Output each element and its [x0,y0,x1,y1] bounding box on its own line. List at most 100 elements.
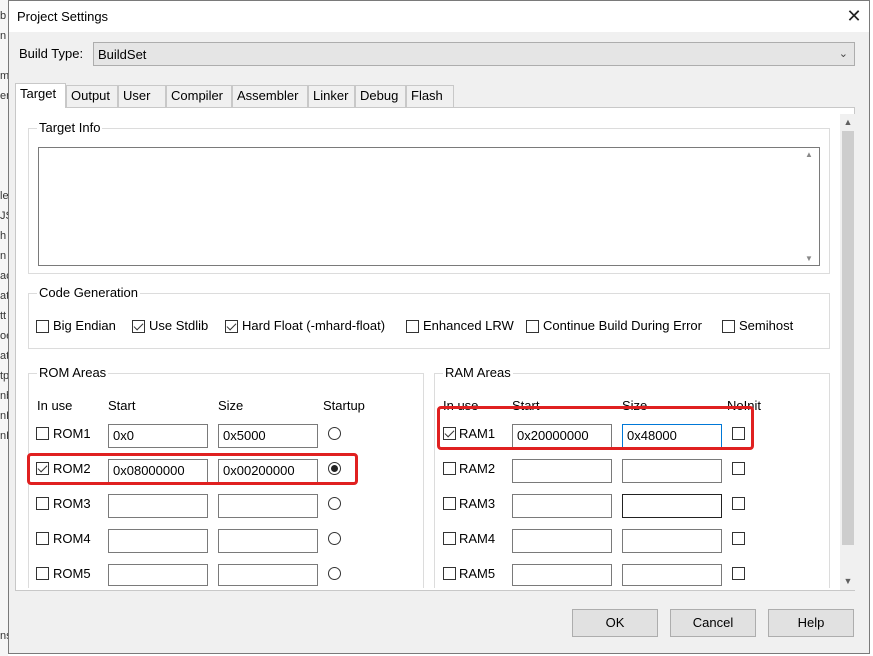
target-info-group: Target Info ▲ ▼ [28,120,830,274]
ram2-size-input[interactable] [622,459,722,483]
target-info-textarea[interactable]: ▲ ▼ [38,147,820,266]
build-type-label: Build Type: [19,46,84,61]
bg-text: h [0,230,7,242]
tab-compiler[interactable]: Compiler [166,85,232,107]
rom5-startup-radio[interactable] [328,567,341,580]
rom1-checkbox[interactable] [36,427,49,440]
tab-target[interactable]: Target [15,83,66,108]
chevron-down-icon: ⌄ [838,48,848,60]
rom3-size-input[interactable] [218,494,318,518]
code-generation-title: Code Generation [37,285,141,300]
ram4-size-input[interactable] [622,529,722,553]
bg-text: nE [0,430,8,442]
ok-button[interactable]: OK [572,609,658,637]
bg-text: le [0,190,8,202]
bg-text: tt [0,310,7,322]
ram5-size-input[interactable] [622,564,722,586]
rom5-size-input[interactable] [218,564,318,586]
ram1-highlight-box [437,406,754,450]
rom-header-start: Start [108,398,136,413]
continue-build-checkbox[interactable] [526,320,539,333]
rom4-size-input[interactable] [218,529,318,553]
scroll-down-icon[interactable]: ▼ [840,573,856,590]
bg-text: nb [0,390,8,402]
bg-text: oe [0,330,8,342]
rom5-start-input[interactable] [108,564,208,586]
ram5-noinit-checkbox[interactable] [732,567,745,580]
rom4-startup-radio[interactable] [328,532,341,545]
target-info-title: Target Info [37,120,103,135]
bg-text: at [0,350,8,362]
rom1-size-input[interactable]: 0x5000 [218,424,318,448]
ram5-checkbox[interactable] [443,567,456,580]
tab-assembler[interactable]: Assembler [232,85,308,107]
semihost-checkbox[interactable] [722,320,735,333]
tab-user[interactable]: User [118,85,166,107]
scroll-up-icon[interactable]: ▲ [805,150,813,159]
ram3-start-input[interactable] [512,494,612,518]
tab-debug[interactable]: Debug [355,85,406,107]
big-endian-checkbox[interactable] [36,320,49,333]
ram2-noinit-checkbox[interactable] [732,462,745,475]
ram4-checkbox[interactable] [443,532,456,545]
bg-text: JS [0,210,8,222]
ram3-noinit-checkbox[interactable] [732,497,745,510]
tab-flash[interactable]: Flash [406,85,454,107]
ram2-label: RAM2 [459,461,496,476]
rom3-checkbox[interactable] [36,497,49,510]
title-bar[interactable]: Project Settings ✕ [9,1,869,32]
bg-text: er [0,90,8,102]
scroll-down-icon[interactable]: ▼ [805,254,813,263]
bg-text: at [0,290,8,302]
tab-output[interactable]: Output [66,85,118,107]
ram2-start-input[interactable] [512,459,612,483]
ram-areas-title: RAM Areas [443,365,513,380]
help-button[interactable]: Help [768,609,854,637]
cancel-button[interactable]: Cancel [670,609,756,637]
enhanced-lrw-checkbox[interactable] [406,320,419,333]
ram4-start-input[interactable] [512,529,612,553]
ram5-label: RAM5 [459,566,496,581]
ram4-noinit-checkbox[interactable] [732,532,745,545]
rom4-checkbox[interactable] [36,532,49,545]
window-title: Project Settings [17,9,109,24]
background-window-strip: b n m er le JS h n ac at tt oe at tp nb … [0,0,8,656]
rom-header-in-use: In use [37,398,73,413]
bg-text: ns [0,630,8,642]
ram2-checkbox[interactable] [443,462,456,475]
use-stdlib-checkbox[interactable] [132,320,145,333]
panel-scrollbar[interactable]: ▲ ▼ [840,114,856,590]
rom2-highlight-box [27,453,358,485]
rom1-start-input[interactable]: 0x0 [108,424,208,448]
rom1-label: ROM1 [53,426,91,441]
build-type-select[interactable]: BuildSet ⌄ [93,42,855,66]
rom5-checkbox[interactable] [36,567,49,580]
bg-text: ac [0,270,8,282]
build-type-value: BuildSet [98,47,147,62]
ram3-label: RAM3 [459,496,496,511]
rom5-label: ROM5 [53,566,91,581]
scrollbar-thumb[interactable] [842,131,854,545]
ram3-size-input[interactable] [622,494,722,518]
rom1-startup-radio[interactable] [328,427,341,440]
rom-areas-title: ROM Areas [37,365,109,380]
ram4-label: RAM4 [459,531,496,546]
big-endian-label: Big Endian [53,318,116,333]
project-settings-dialog: Project Settings ✕ Build Type: BuildSet … [8,0,870,654]
ram5-start-input[interactable] [512,564,612,586]
textarea-scrollbar[interactable]: ▲ ▼ [802,148,819,265]
use-stdlib-label: Use Stdlib [149,318,209,333]
rom3-start-input[interactable] [108,494,208,518]
rom3-startup-radio[interactable] [328,497,341,510]
ram3-checkbox[interactable] [443,497,456,510]
enhanced-lrw-label: Enhanced LRW [423,318,514,333]
bg-text: m [0,70,8,82]
tab-linker[interactable]: Linker [308,85,355,107]
close-icon[interactable]: ✕ [841,3,867,29]
hard-float-checkbox[interactable] [225,320,238,333]
rom4-label: ROM4 [53,531,91,546]
bg-text: nL [0,410,8,422]
rom3-label: ROM3 [53,496,91,511]
rom4-start-input[interactable] [108,529,208,553]
scroll-up-icon[interactable]: ▲ [840,114,856,131]
